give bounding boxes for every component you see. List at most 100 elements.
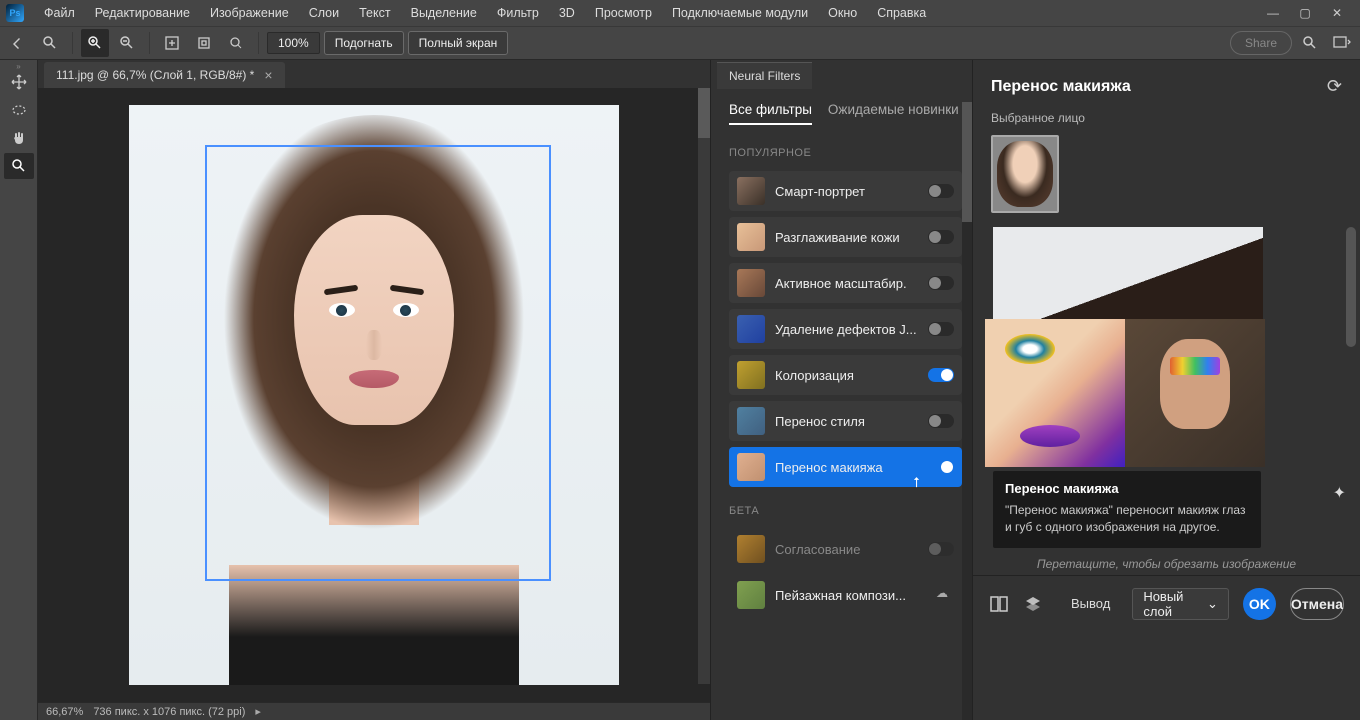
- filter-info-tooltip: Перенос макияжа "Перенос макияжа" перено…: [993, 471, 1261, 548]
- zoom-tool-icon[interactable]: [4, 153, 34, 179]
- scrubby-zoom-icon[interactable]: [222, 29, 250, 57]
- menu-text[interactable]: Текст: [349, 6, 400, 20]
- filter-toggle[interactable]: [928, 368, 954, 382]
- move-tool-icon[interactable]: [4, 69, 34, 95]
- fit-screen-icon[interactable]: [158, 29, 186, 57]
- reference-image-cards[interactable]: [985, 319, 1265, 467]
- left-toolbar: »: [0, 60, 38, 720]
- reference-card-1[interactable]: [985, 319, 1125, 467]
- filter-icon: [737, 223, 765, 251]
- menu-window[interactable]: Окно: [818, 6, 867, 20]
- tab-waiting-filters[interactable]: Ожидаемые новинки: [828, 102, 959, 125]
- menu-image[interactable]: Изображение: [200, 6, 299, 20]
- layers-icon[interactable]: [1023, 591, 1043, 617]
- filter-icon: [737, 315, 765, 343]
- document-tab[interactable]: 111.jpg @ 66,7% (Слой 1, RGB/8#) * ×: [44, 62, 285, 88]
- zoom-tool-icon[interactable]: [36, 29, 64, 57]
- menu-filter[interactable]: Фильтр: [487, 6, 549, 20]
- filter-icon: [737, 581, 765, 609]
- filter-icon: [737, 535, 765, 563]
- output-select[interactable]: Новый слой ⌄: [1132, 588, 1229, 620]
- close-icon[interactable]: ✕: [1328, 4, 1346, 22]
- menu-edit[interactable]: Редактирование: [85, 6, 200, 20]
- filter-icon: [737, 407, 765, 435]
- status-menu-icon[interactable]: ▸: [255, 705, 261, 718]
- chevron-down-icon: ⌄: [1207, 596, 1218, 612]
- menubar: Ps Файл Редактирование Изображение Слои …: [0, 0, 1360, 26]
- status-bar: 66,67% 736 пикс. x 1076 пикс. (72 ppi) ▸: [38, 702, 710, 720]
- maximize-icon[interactable]: ▢: [1296, 4, 1314, 22]
- filter-landscape-mixer[interactable]: Пейзажная компози... ☁: [729, 575, 962, 615]
- filter-icon: [737, 269, 765, 297]
- menu-plugins[interactable]: Подключаемые модули: [662, 6, 818, 20]
- menu-file[interactable]: Файл: [34, 6, 85, 20]
- home-icon[interactable]: [4, 29, 32, 57]
- filter-toggle[interactable]: [928, 414, 954, 428]
- canvas-viewport[interactable]: [38, 88, 710, 702]
- hand-tool-icon[interactable]: [4, 125, 34, 151]
- options-bar: 100% Подогнать Полный экран Share: [0, 26, 1360, 60]
- filter-jpeg-artifacts[interactable]: Удаление дефектов J...: [729, 309, 962, 349]
- reset-icon[interactable]: ⟳: [1327, 76, 1342, 97]
- tab-all-filters[interactable]: Все фильтры: [729, 102, 812, 125]
- filter-toggle[interactable]: [928, 184, 954, 198]
- filter-properties-panel: Перенос макияжа ⟳ Выбранное лицо Перенос…: [972, 60, 1360, 720]
- filter-icon: [737, 361, 765, 389]
- output-label: Вывод: [1071, 596, 1110, 611]
- filter-toggle[interactable]: [928, 322, 954, 336]
- fit-button[interactable]: Подогнать: [324, 31, 404, 55]
- filter-toggle[interactable]: [928, 460, 954, 474]
- filter-toggle[interactable]: [928, 276, 954, 290]
- menu-select[interactable]: Выделение: [401, 6, 487, 20]
- menu-3d[interactable]: 3D: [549, 6, 585, 20]
- panel-tab-neural-filters[interactable]: Neural Filters: [717, 62, 812, 89]
- status-dimensions: 736 пикс. x 1076 пикс. (72 ppi): [93, 706, 245, 718]
- reference-card-2[interactable]: [1125, 319, 1265, 467]
- download-icon[interactable]: ☁: [936, 586, 954, 604]
- filter-list-scrollbar[interactable]: [962, 102, 972, 720]
- minimize-icon[interactable]: ―: [1264, 4, 1282, 22]
- canvas: [129, 105, 619, 685]
- fullscreen-button[interactable]: Полный экран: [408, 31, 509, 55]
- tab-close-icon[interactable]: ×: [264, 67, 272, 83]
- filter-icon: [737, 177, 765, 205]
- tooltip-text: "Перенос макияжа" переносит макияж глаз …: [1005, 502, 1249, 536]
- before-after-icon[interactable]: [989, 591, 1009, 617]
- properties-title: Перенос макияжа: [991, 78, 1131, 96]
- ok-button[interactable]: OK: [1243, 588, 1276, 620]
- filter-icon: [737, 453, 765, 481]
- status-zoom: 66,67%: [46, 706, 83, 718]
- workspace-icon[interactable]: [1328, 29, 1356, 57]
- marquee-tool-icon[interactable]: [4, 97, 34, 123]
- fit-layer-icon[interactable]: [190, 29, 218, 57]
- canvas-vscrollbar[interactable]: [698, 88, 710, 684]
- share-button[interactable]: Share: [1230, 31, 1292, 55]
- zoom-out-icon[interactable]: [113, 29, 141, 57]
- zoom-in-icon[interactable]: [81, 29, 109, 57]
- menu-help[interactable]: Справка: [867, 6, 936, 20]
- toolbar-handle-icon[interactable]: »: [14, 62, 24, 68]
- properties-scrollbar[interactable]: [1346, 227, 1356, 555]
- filter-makeup-transfer[interactable]: Перенос макияжа ⭡: [729, 447, 962, 487]
- filter-colorize[interactable]: Колоризация: [729, 355, 962, 395]
- section-beta-label: БЕТА: [729, 505, 962, 517]
- filter-harmonization[interactable]: Согласование: [729, 529, 962, 569]
- cancel-button[interactable]: Отмена: [1290, 588, 1344, 620]
- filter-smart-portrait[interactable]: Смарт-портрет: [729, 171, 962, 211]
- document-tab-strip: 111.jpg @ 66,7% (Слой 1, RGB/8#) * ×: [38, 60, 710, 88]
- selected-face-thumbnail[interactable]: [991, 135, 1059, 213]
- filter-style-transfer[interactable]: Перенос стиля: [729, 401, 962, 441]
- app-logo: Ps: [6, 4, 24, 22]
- menu-view[interactable]: Просмотр: [585, 6, 662, 20]
- cursor-icon: ⭡: [913, 474, 920, 491]
- filter-super-zoom[interactable]: Активное масштабир.: [729, 263, 962, 303]
- action-bar: Вывод Новый слой ⌄ OK Отмена: [973, 575, 1360, 631]
- filter-skin-smoothing[interactable]: Разглаживание кожи: [729, 217, 962, 257]
- filter-toggle[interactable]: [928, 542, 954, 556]
- filter-toggle[interactable]: [928, 230, 954, 244]
- tooltip-title: Перенос макияжа: [1005, 481, 1249, 496]
- face-selection-box[interactable]: [205, 145, 551, 581]
- zoom-level-input[interactable]: 100%: [267, 32, 320, 54]
- menu-layers[interactable]: Слои: [299, 6, 349, 20]
- search-icon[interactable]: [1296, 29, 1324, 57]
